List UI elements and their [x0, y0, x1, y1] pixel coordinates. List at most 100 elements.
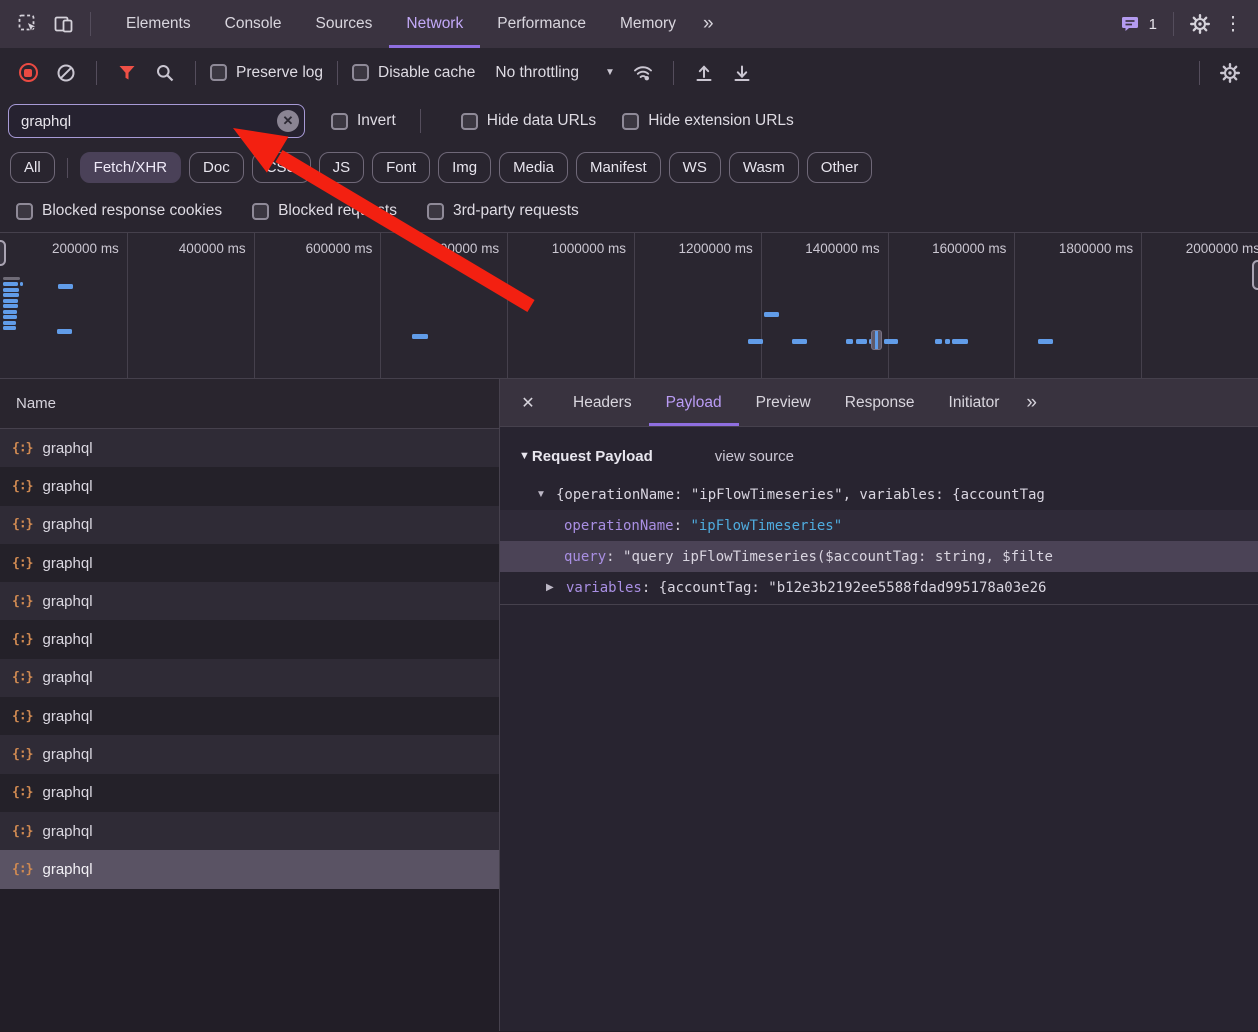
filter-pill-font[interactable]: Font: [372, 152, 430, 183]
disable-cache-checkbox[interactable]: Disable cache: [352, 64, 475, 82]
filter-icon[interactable]: [111, 57, 143, 89]
invert-checkbox[interactable]: Invert: [331, 112, 396, 130]
tick-label: 1800000 ms: [991, 241, 1133, 256]
filter-pill-doc[interactable]: Doc: [189, 152, 244, 183]
checkbox-box[interactable]: [461, 113, 478, 130]
checkbox-box[interactable]: [427, 203, 444, 220]
request-row[interactable]: {∶}graphql: [0, 544, 499, 582]
tab-memory[interactable]: Memory: [603, 0, 693, 48]
detail-tab-preview[interactable]: Preview: [739, 379, 828, 426]
more-panels-icon[interactable]: »: [693, 0, 725, 48]
detail-tab-initiator[interactable]: Initiator: [932, 379, 1017, 426]
throttling-value: No throttling: [495, 64, 579, 82]
tab-console[interactable]: Console: [208, 0, 299, 48]
checkbox-box[interactable]: [331, 113, 348, 130]
request-row[interactable]: {∶}graphql: [0, 850, 499, 888]
checkbox-box[interactable]: [352, 64, 369, 81]
request-bar: [935, 339, 942, 344]
tab-sources[interactable]: Sources: [299, 0, 390, 48]
request-row[interactable]: {∶}graphql: [0, 620, 499, 658]
request-row[interactable]: {∶}graphql: [0, 506, 499, 544]
filter-pill-other[interactable]: Other: [807, 152, 873, 183]
detail-tab-payload[interactable]: Payload: [649, 379, 739, 426]
request-name: graphql: [42, 631, 92, 648]
filter-pill-wasm[interactable]: Wasm: [729, 152, 799, 183]
payload-line[interactable]: ▶variables: {accountTag: "b12e3b2192ee55…: [500, 572, 1258, 603]
filter-pill-fetch-xhr[interactable]: Fetch/XHR: [80, 152, 181, 183]
tab-network[interactable]: Network: [389, 0, 480, 48]
tab-performance[interactable]: Performance: [480, 0, 603, 48]
request-row[interactable]: {∶}graphql: [0, 582, 499, 620]
blocked-response-cookies-checkbox[interactable]: Blocked response cookies: [16, 202, 222, 220]
more-options-icon[interactable]: ⋮: [1218, 13, 1248, 36]
checkbox-box[interactable]: [16, 203, 33, 220]
request-row[interactable]: {∶}graphql: [0, 697, 499, 735]
network-overview-timeline[interactable]: 200000 ms400000 ms600000 ms800000 ms1000…: [0, 232, 1258, 379]
checkbox-box[interactable]: [252, 203, 269, 220]
payload-line[interactable]: operationName: "ipFlowTimeseries": [500, 510, 1258, 541]
filter-input[interactable]: [8, 104, 305, 138]
search-icon[interactable]: [149, 57, 181, 89]
hide-data-urls-checkbox[interactable]: Hide data URLs: [461, 112, 596, 130]
tab-elements[interactable]: Elements: [109, 0, 208, 48]
clear-network-log-button[interactable]: [50, 57, 82, 89]
checkbox-box[interactable]: [622, 113, 639, 130]
request-bar: [3, 299, 18, 303]
request-bar: [1038, 339, 1053, 344]
settings-gear-icon[interactable]: [1182, 14, 1218, 34]
request-row[interactable]: {∶}graphql: [0, 774, 499, 812]
filter-pill-js[interactable]: JS: [319, 152, 365, 183]
inspect-element-icon[interactable]: [10, 0, 46, 48]
checkbox-label: Hide data URLs: [487, 112, 596, 130]
request-rows: {∶}graphql{∶}graphql{∶}graphql{∶}graphql…: [0, 429, 499, 889]
payload-text: {operationName: "ipFlowTimeseries", vari…: [556, 487, 1045, 503]
import-har-icon[interactable]: [688, 57, 720, 89]
payload-line[interactable]: ▼{operationName: "ipFlowTimeseries", var…: [500, 479, 1258, 510]
checkbox-box[interactable]: [210, 64, 227, 81]
filter-pill-css[interactable]: CSS: [252, 152, 311, 183]
payload-text: "query ipFlowTimeseries($accountTag: str…: [623, 549, 1053, 565]
filter-input-wrap: ✕: [8, 104, 305, 138]
filter-pill-all[interactable]: All: [10, 152, 55, 183]
record-network-log-button[interactable]: [12, 57, 44, 89]
export-har-icon[interactable]: [726, 57, 758, 89]
fetch-json-icon: {∶}: [12, 594, 32, 609]
payload-line[interactable]: query: "query ipFlowTimeseries($accountT…: [500, 541, 1258, 572]
more-detail-tabs-icon[interactable]: »: [1016, 379, 1047, 426]
request-row[interactable]: {∶}graphql: [0, 812, 499, 850]
view-source-link[interactable]: view source: [715, 448, 794, 465]
detail-tab-headers[interactable]: Headers: [556, 379, 649, 426]
preserve-log-checkbox[interactable]: Preserve log: [210, 64, 323, 82]
filter-pill-media[interactable]: Media: [499, 152, 568, 183]
issues-button[interactable]: 1: [1113, 14, 1165, 34]
device-toolbar-icon[interactable]: [46, 0, 82, 48]
request-row[interactable]: {∶}graphql: [0, 467, 499, 505]
request-row[interactable]: {∶}graphql: [0, 659, 499, 697]
filter-pill-manifest[interactable]: Manifest: [576, 152, 661, 183]
close-details-icon[interactable]: ✕: [500, 379, 556, 426]
filter-pill-ws[interactable]: WS: [669, 152, 721, 183]
request-bar: [3, 321, 16, 325]
payload-text: variables: [566, 580, 642, 596]
hide-extension-urls-checkbox[interactable]: Hide extension URLs: [622, 112, 794, 130]
detail-tab-response[interactable]: Response: [828, 379, 932, 426]
request-row[interactable]: {∶}graphql: [0, 429, 499, 467]
checkbox-label: Blocked requests: [278, 202, 397, 220]
expand-arrow-icon[interactable]: ▶: [546, 582, 566, 593]
collapse-arrow-icon[interactable]: ▼: [519, 450, 530, 462]
payload-text: :: [606, 549, 623, 565]
network-main-split: Name {∶}graphql{∶}graphql{∶}graphql{∶}gr…: [0, 379, 1258, 1031]
payload-text: operationName: [564, 518, 674, 534]
3rd-party-requests-checkbox[interactable]: 3rd-party requests: [427, 202, 579, 220]
fetch-json-icon: {∶}: [12, 747, 32, 762]
collapse-arrow-icon[interactable]: ▼: [536, 489, 556, 500]
filter-pill-img[interactable]: Img: [438, 152, 491, 183]
name-column-header[interactable]: Name: [0, 379, 499, 429]
network-conditions-icon[interactable]: [627, 57, 659, 89]
throttling-select[interactable]: No throttling ▼: [495, 64, 614, 82]
request-row[interactable]: {∶}graphql: [0, 735, 499, 773]
overview-right-handle[interactable]: [1252, 260, 1258, 290]
blocked-requests-checkbox[interactable]: Blocked requests: [252, 202, 397, 220]
clear-filter-icon[interactable]: ✕: [277, 110, 299, 132]
network-settings-gear-icon[interactable]: [1214, 57, 1246, 89]
